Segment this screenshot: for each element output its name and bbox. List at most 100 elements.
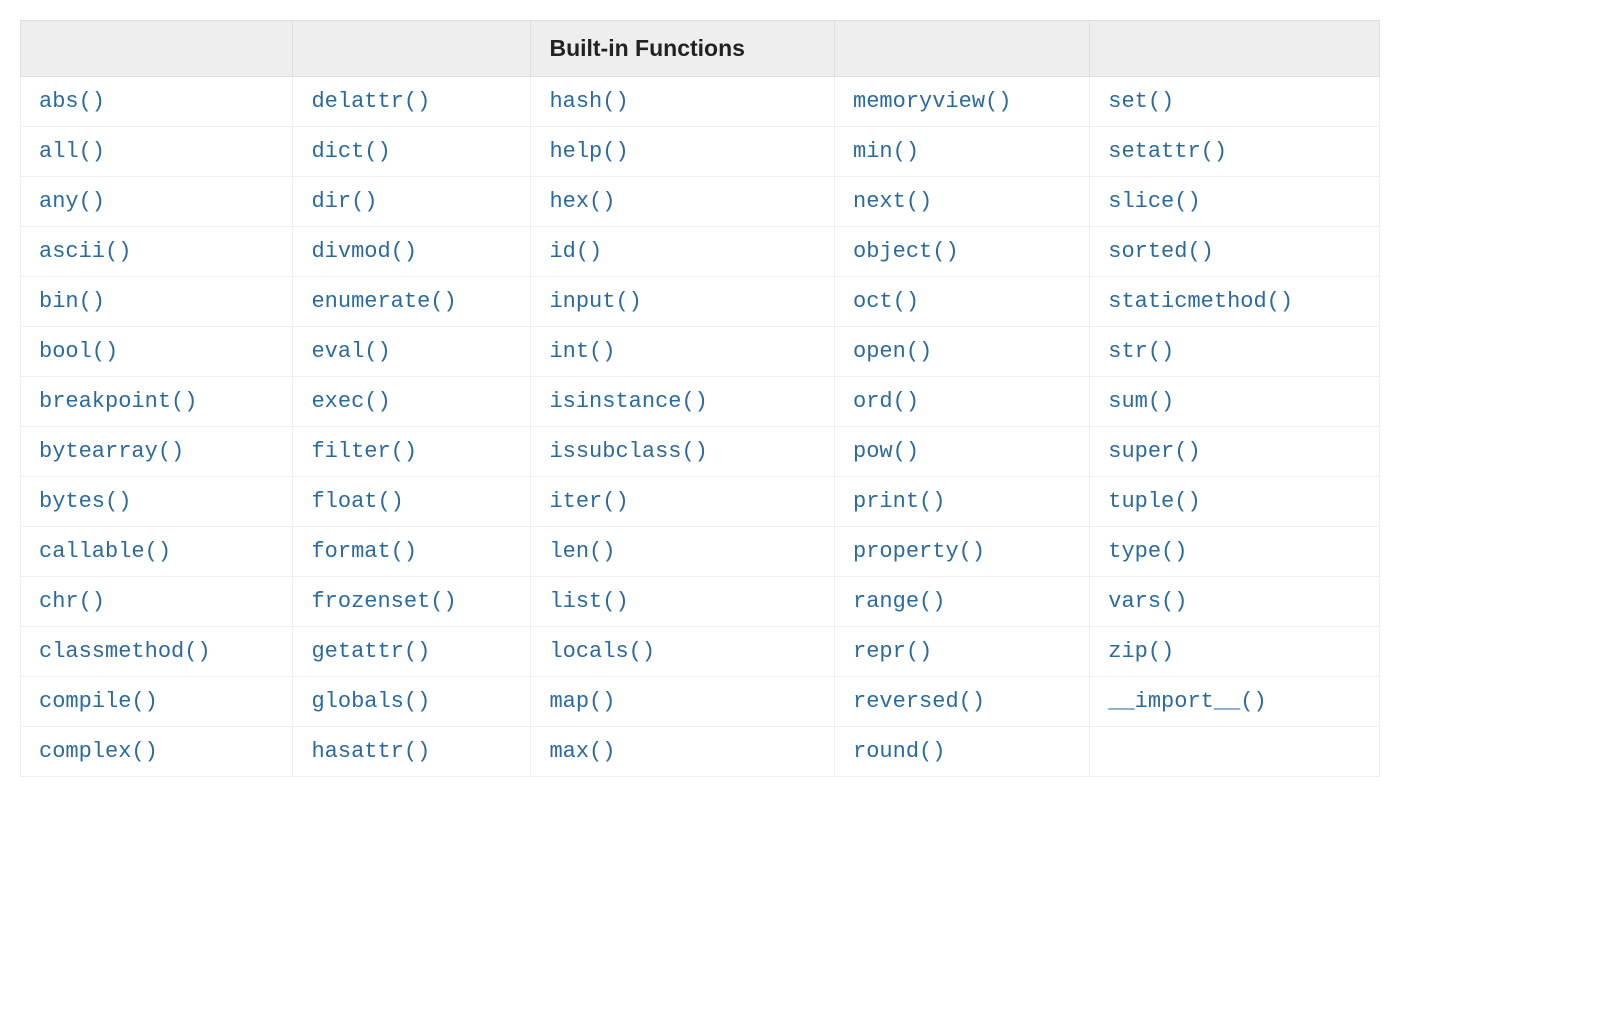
function-cell: help() [531, 127, 835, 177]
function-link[interactable]: bytes() [39, 489, 131, 514]
function-cell: memoryview() [835, 77, 1090, 127]
function-link[interactable]: str() [1108, 339, 1174, 364]
function-link[interactable]: range() [853, 589, 945, 614]
table-row: bool() eval() int() open() str() [21, 327, 1380, 377]
function-link[interactable]: zip() [1108, 639, 1174, 664]
function-link[interactable]: eval() [311, 339, 390, 364]
function-cell: len() [531, 527, 835, 577]
function-link[interactable]: breakpoint() [39, 389, 197, 414]
function-link[interactable]: object() [853, 239, 959, 264]
function-cell: frozenset() [293, 577, 531, 627]
function-link[interactable]: hex() [549, 189, 615, 214]
function-link[interactable]: bin() [39, 289, 105, 314]
function-link[interactable]: input() [549, 289, 641, 314]
function-cell: pow() [835, 427, 1090, 477]
table-row: chr() frozenset() list() range() vars() [21, 577, 1380, 627]
function-link[interactable]: pow() [853, 439, 919, 464]
function-link[interactable]: max() [549, 739, 615, 764]
function-link[interactable]: abs() [39, 89, 105, 114]
function-cell: id() [531, 227, 835, 277]
function-link[interactable]: property() [853, 539, 985, 564]
function-link[interactable]: type() [1108, 539, 1187, 564]
function-link[interactable]: all() [39, 139, 105, 164]
table-row: all() dict() help() min() setattr() [21, 127, 1380, 177]
function-link[interactable]: any() [39, 189, 105, 214]
function-link[interactable]: super() [1108, 439, 1200, 464]
function-link[interactable]: float() [311, 489, 403, 514]
function-link[interactable]: hasattr() [311, 739, 430, 764]
function-cell: bytes() [21, 477, 293, 527]
function-link[interactable]: set() [1108, 89, 1174, 114]
function-link[interactable]: print() [853, 489, 945, 514]
function-link[interactable]: help() [549, 139, 628, 164]
function-link[interactable]: reversed() [853, 689, 985, 714]
function-link[interactable]: map() [549, 689, 615, 714]
function-link[interactable]: staticmethod() [1108, 289, 1293, 314]
function-cell: compile() [21, 677, 293, 727]
function-link[interactable]: issubclass() [549, 439, 707, 464]
function-link[interactable]: dir() [311, 189, 377, 214]
function-link[interactable]: ord() [853, 389, 919, 414]
function-link[interactable]: enumerate() [311, 289, 456, 314]
function-cell: setattr() [1090, 127, 1380, 177]
function-link[interactable]: classmethod() [39, 639, 211, 664]
table-row: bytearray() filter() issubclass() pow() supe… [21, 427, 1380, 477]
function-link[interactable]: slice() [1108, 189, 1200, 214]
function-link[interactable]: hash() [549, 89, 628, 114]
function-link[interactable]: min() [853, 139, 919, 164]
function-link[interactable]: iter() [549, 489, 628, 514]
function-cell: breakpoint() [21, 377, 293, 427]
function-cell: hex() [531, 177, 835, 227]
function-link[interactable]: open() [853, 339, 932, 364]
function-link[interactable]: round() [853, 739, 945, 764]
function-link[interactable]: list() [549, 589, 628, 614]
function-link[interactable]: oct() [853, 289, 919, 314]
function-cell: object() [835, 227, 1090, 277]
table-header-row: Built-in Functions [21, 21, 1380, 77]
function-link[interactable]: tuple() [1108, 489, 1200, 514]
function-link[interactable]: bool() [39, 339, 118, 364]
function-link[interactable]: len() [549, 539, 615, 564]
function-link[interactable]: exec() [311, 389, 390, 414]
function-cell: min() [835, 127, 1090, 177]
function-link[interactable]: isinstance() [549, 389, 707, 414]
function-cell: locals() [531, 627, 835, 677]
function-link[interactable]: compile() [39, 689, 158, 714]
function-link[interactable]: complex() [39, 739, 158, 764]
function-link[interactable]: bytearray() [39, 439, 184, 464]
function-link[interactable]: chr() [39, 589, 105, 614]
function-link[interactable]: delattr() [311, 89, 430, 114]
function-link[interactable]: format() [311, 539, 417, 564]
function-link[interactable]: filter() [311, 439, 417, 464]
function-link[interactable]: callable() [39, 539, 171, 564]
function-link[interactable]: dict() [311, 139, 390, 164]
function-link[interactable]: locals() [549, 639, 655, 664]
function-cell: max() [531, 727, 835, 777]
function-link[interactable]: int() [549, 339, 615, 364]
function-cell: dir() [293, 177, 531, 227]
function-link[interactable]: frozenset() [311, 589, 456, 614]
function-link[interactable]: divmod() [311, 239, 417, 264]
function-link[interactable]: vars() [1108, 589, 1187, 614]
function-link[interactable]: globals() [311, 689, 430, 714]
function-link[interactable]: getattr() [311, 639, 430, 664]
function-link[interactable]: __import__() [1108, 689, 1266, 714]
function-cell: bin() [21, 277, 293, 327]
function-cell: set() [1090, 77, 1380, 127]
function-link[interactable]: next() [853, 189, 932, 214]
table-row: complex() hasattr() max() round() [21, 727, 1380, 777]
function-link[interactable]: setattr() [1108, 139, 1227, 164]
function-cell: hash() [531, 77, 835, 127]
function-link[interactable]: repr() [853, 639, 932, 664]
function-link[interactable]: memoryview() [853, 89, 1011, 114]
function-cell: input() [531, 277, 835, 327]
function-link[interactable]: id() [549, 239, 602, 264]
function-link[interactable]: sum() [1108, 389, 1174, 414]
function-link[interactable]: sorted() [1108, 239, 1214, 264]
function-cell: delattr() [293, 77, 531, 127]
table-row: callable() format() len() property() type() [21, 527, 1380, 577]
function-cell: abs() [21, 77, 293, 127]
function-cell [1090, 727, 1380, 777]
function-link[interactable]: ascii() [39, 239, 131, 264]
header-col-2: Built-in Functions [531, 21, 835, 77]
